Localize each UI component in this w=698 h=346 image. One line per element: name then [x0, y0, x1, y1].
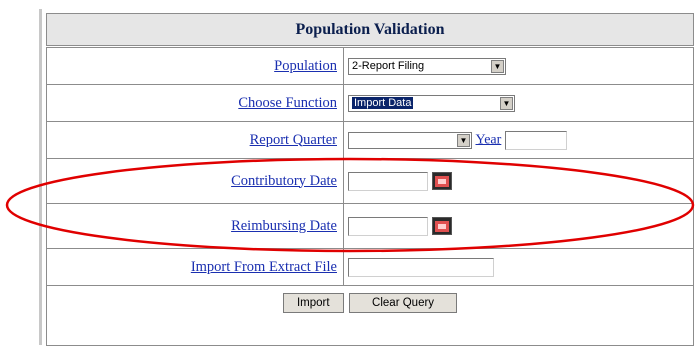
- form-title: Population Validation: [46, 13, 694, 46]
- contributory-date-input[interactable]: [348, 171, 428, 191]
- reimbursing-date-input[interactable]: [348, 216, 428, 236]
- choose-function-link[interactable]: Choose Function: [238, 95, 337, 111]
- calendar-icon[interactable]: [432, 216, 452, 235]
- row-report-quarter: Report Quarter ▼ Year: [46, 121, 694, 159]
- row-population: Population 2-Report Filing ▼: [46, 47, 694, 85]
- row-import-file: Import From Extract File: [46, 248, 694, 286]
- population-select[interactable]: 2-Report Filing ▼: [348, 57, 506, 75]
- row-choose-function: Choose Function Import Data ▼: [46, 84, 694, 122]
- chevron-down-icon: ▼: [500, 96, 513, 110]
- report-quarter-link[interactable]: Report Quarter: [250, 132, 337, 148]
- import-file-input[interactable]: [348, 257, 494, 277]
- validation-form: Population 2-Report Filing ▼ Choose Func…: [46, 47, 694, 346]
- calendar-icon[interactable]: [432, 171, 452, 190]
- population-select-value: 2-Report Filing: [352, 59, 425, 72]
- row-reimbursing-date: Reimbursing Date: [46, 203, 694, 249]
- chevron-down-icon: ▼: [457, 133, 470, 147]
- import-file-link[interactable]: Import From Extract File: [191, 259, 337, 275]
- left-border: [39, 9, 42, 345]
- population-link[interactable]: Population: [274, 58, 337, 74]
- year-input[interactable]: [504, 130, 567, 150]
- reimbursing-date-link[interactable]: Reimbursing Date: [231, 218, 337, 234]
- contributory-date-link[interactable]: Contributory Date: [231, 173, 337, 189]
- clear-query-button[interactable]: Clear Query: [349, 293, 458, 313]
- chevron-down-icon: ▼: [491, 59, 504, 73]
- import-button[interactable]: Import: [282, 293, 344, 313]
- row-buttons: Import Clear Query: [46, 285, 694, 346]
- row-contributory-date: Contributory Date: [46, 158, 694, 204]
- year-link[interactable]: Year: [476, 132, 502, 147]
- choose-function-select-value: Import Data: [352, 96, 414, 109]
- choose-function-select[interactable]: Import Data ▼: [348, 94, 515, 112]
- report-quarter-select[interactable]: ▼: [348, 131, 472, 149]
